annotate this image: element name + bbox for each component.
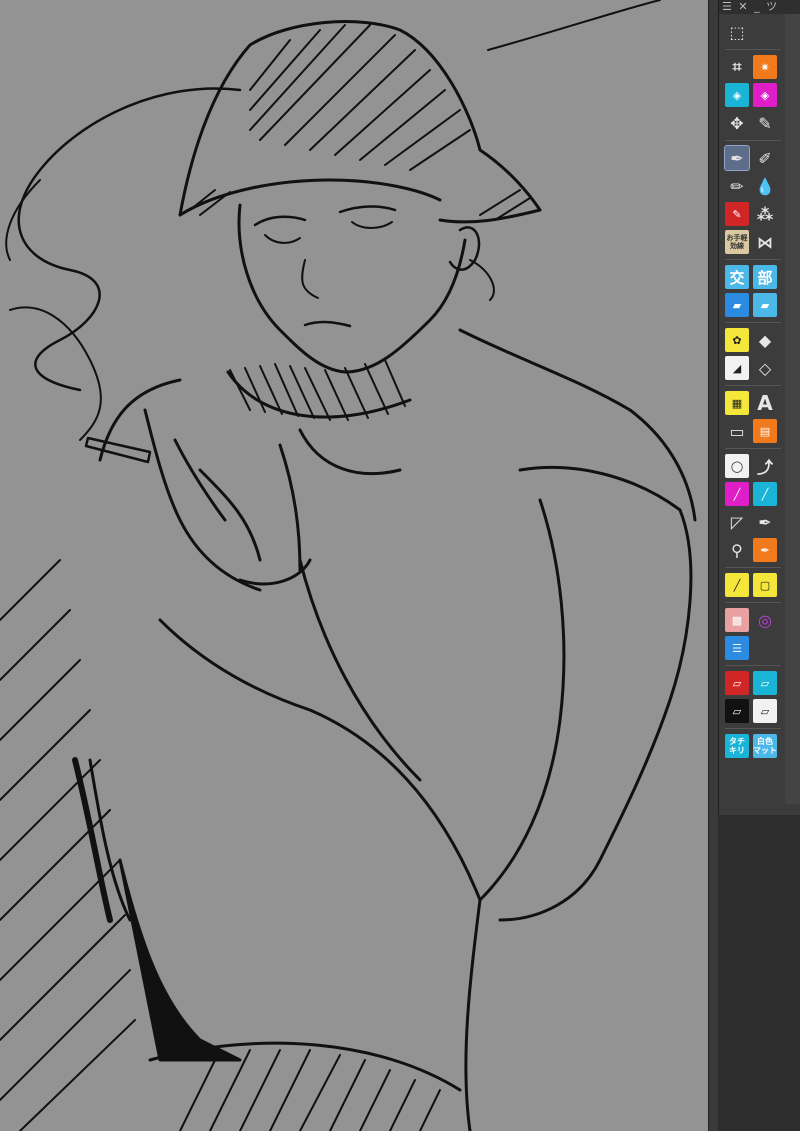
panel-title: ツ <box>766 0 778 13</box>
frame-border-icon[interactable]: ▦ <box>725 391 749 415</box>
shiroiro-matto-label: 白色 マット <box>753 737 777 755</box>
eraser-blue-icon[interactable]: ▰ <box>725 293 749 317</box>
stripe-tone-icon[interactable]: ☰ <box>725 636 749 660</box>
paste-white-icon[interactable]: ▱ <box>753 699 777 723</box>
airbrush-icon[interactable]: ⁂ <box>753 202 777 226</box>
move-icon[interactable]: ✥ <box>725 111 749 135</box>
sparkle-tool-icon[interactable]: ✷ <box>753 55 777 79</box>
fill-bucket-icon[interactable]: ◇ <box>753 356 777 380</box>
linear-ruler-icon[interactable]: ◸ <box>725 510 749 534</box>
3d-object-magenta-icon[interactable]: ◈ <box>753 83 777 107</box>
menu-icon[interactable]: ☰ <box>722 0 732 14</box>
line-art <box>0 0 697 1131</box>
eraser-light-icon[interactable]: ▰ <box>753 293 777 317</box>
tool-grid: ⬚ ⌗ ✷ ◈ ◈ ✥ ✎ ✒ ✐ ✏ 💧 ✎ ⁂ お手軽 効線 ⋈ 交 部 ▰… <box>724 18 781 760</box>
pencil-tool-icon[interactable]: ✏ <box>725 174 749 198</box>
screentone-icon[interactable]: ▩ <box>725 608 749 632</box>
kanji-koukan-label: 交 <box>729 268 745 287</box>
pen-nib-icon[interactable]: ✒ <box>753 510 777 534</box>
correction-pen-icon[interactable]: ✒ <box>753 538 777 562</box>
text-tool-label: A <box>757 391 773 415</box>
speech-bubble-pen-icon[interactable]: ◯ <box>725 454 749 478</box>
omote-line-label: お手軽 効線 <box>726 234 748 250</box>
shiroiro-matto-icon[interactable]: 白色 マット <box>753 734 777 758</box>
panel-scrollbar[interactable] <box>785 14 800 804</box>
panel-header: ☰ ✕ _ ツ <box>719 0 800 14</box>
transform-icon[interactable]: ⌗ <box>725 55 749 79</box>
ruler-magenta-icon[interactable]: ╱ <box>725 482 749 506</box>
object-select-icon[interactable]: ⚲ <box>725 538 749 562</box>
blend-tool-icon[interactable]: 💧 <box>753 174 777 198</box>
paste-red-icon[interactable]: ▱ <box>725 671 749 695</box>
kanji-koukan-icon[interactable]: 交 <box>725 265 749 289</box>
speech-tail-icon[interactable]: ⤴ <box>753 454 777 478</box>
fill-character-icon[interactable]: ✿ <box>725 328 749 352</box>
brush-tool-icon[interactable]: ✐ <box>753 146 777 170</box>
eyedropper-icon[interactable]: ✎ <box>753 111 777 135</box>
kanji-bu-icon[interactable]: 部 <box>753 265 777 289</box>
gradient-icon[interactable]: ◢ <box>725 356 749 380</box>
text-tool-icon[interactable]: A <box>753 391 777 415</box>
3d-object-cyan-icon[interactable]: ◈ <box>725 83 749 107</box>
tachikiri-label: タチ キリ <box>729 737 745 755</box>
bat-shape-icon[interactable]: ◆ <box>753 328 777 352</box>
tachikiri-icon[interactable]: タチ キリ <box>725 734 749 758</box>
ribbon-tool-icon[interactable]: ⋈ <box>753 230 777 254</box>
line-ruler-icon[interactable]: ╱ <box>725 573 749 597</box>
panel-empty-area <box>718 815 800 1131</box>
close-icon[interactable]: ✕ <box>738 0 747 14</box>
rectangle-ruler-icon[interactable]: ▢ <box>753 573 777 597</box>
selection-marquee-icon[interactable]: ⬚ <box>725 20 749 44</box>
minimize-icon[interactable]: _ <box>754 0 760 14</box>
drawing-canvas[interactable] <box>0 0 708 1131</box>
paste-cyan-icon[interactable]: ▱ <box>753 671 777 695</box>
spiral-icon[interactable]: ◎ <box>753 608 777 632</box>
ruler-cyan-icon[interactable]: ╱ <box>753 482 777 506</box>
tool-panel: ☰ ✕ _ ツ ⬚ ⌗ ✷ ◈ ◈ ✥ ✎ ✒ ✐ ✏ 💧 ✎ ⁂ お手軽 効線… <box>718 0 800 815</box>
paste-black-icon[interactable]: ▱ <box>725 699 749 723</box>
pen-tool-icon[interactable]: ✒ <box>724 145 750 171</box>
marker-tool-icon[interactable]: ✎ <box>725 202 749 226</box>
omote-line-icon[interactable]: お手軽 効線 <box>725 230 749 254</box>
balloon-tool-icon[interactable]: ▭ <box>725 419 749 443</box>
frame-cut-icon[interactable]: ▤ <box>753 419 777 443</box>
kanji-bu-label: 部 <box>757 268 773 287</box>
